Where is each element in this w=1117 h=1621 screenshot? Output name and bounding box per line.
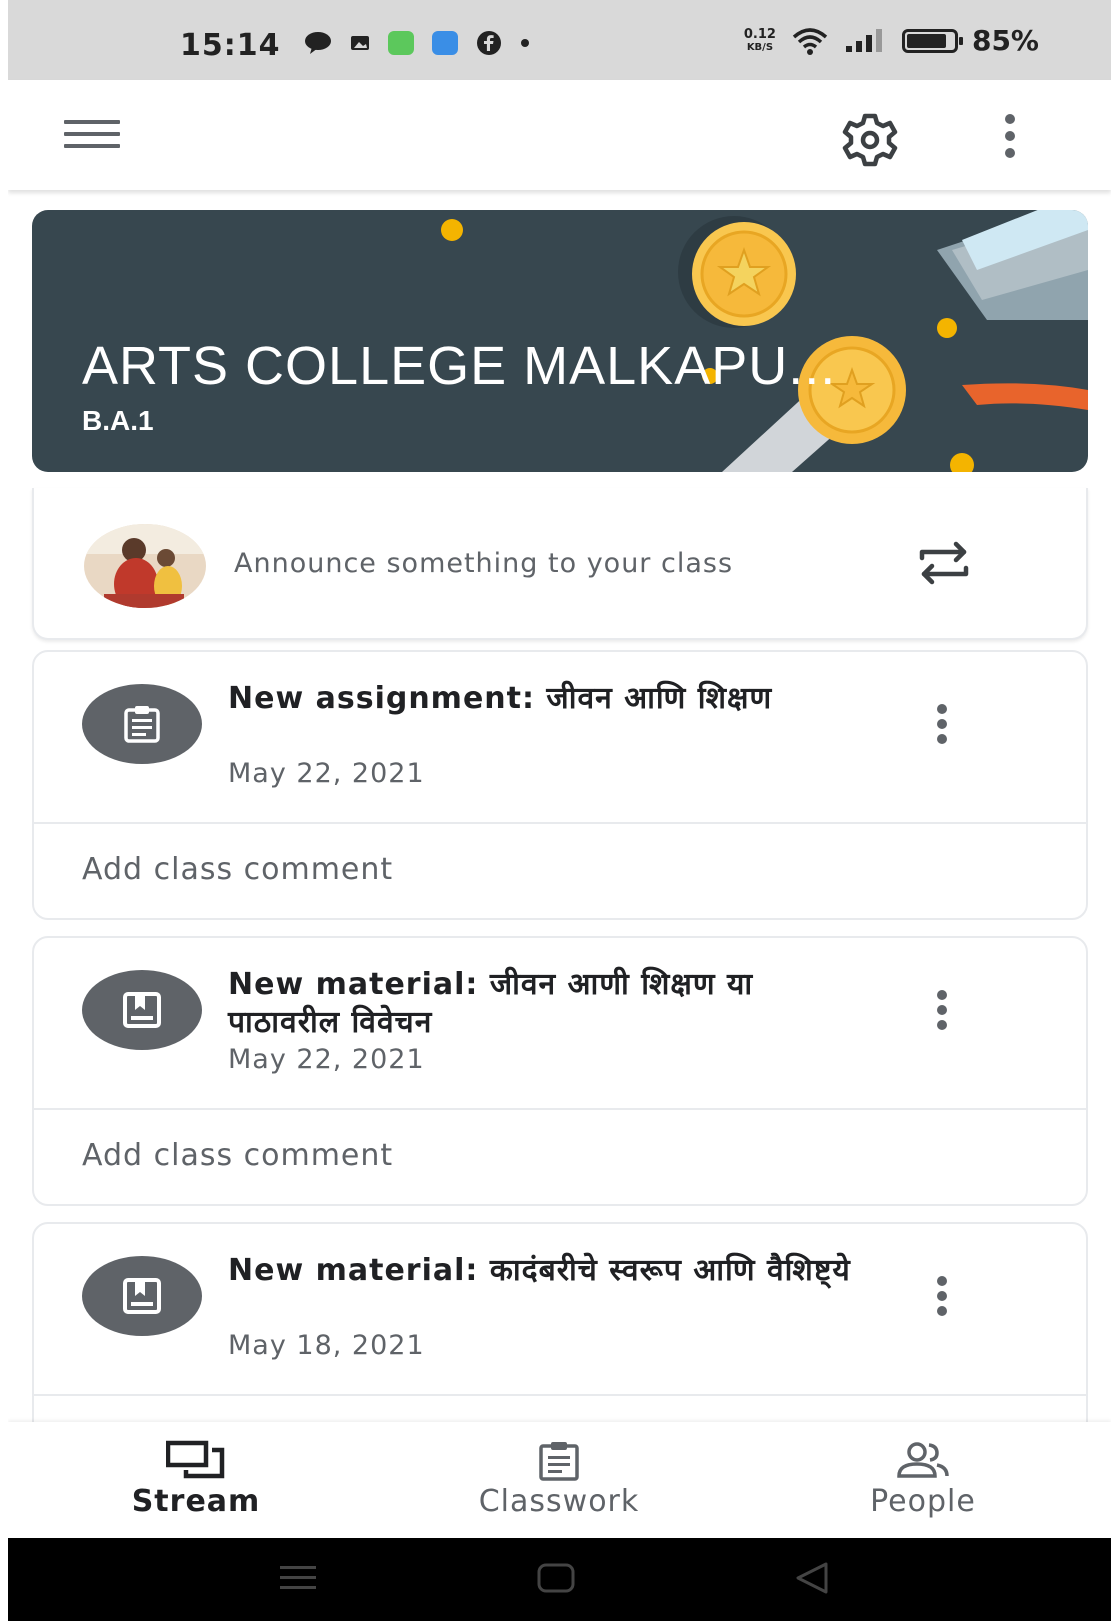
post-divider — [34, 1394, 1086, 1396]
chat-notification-icon — [305, 32, 331, 54]
facebook-notification-icon — [477, 31, 501, 55]
status-right: 0.12 KB/S 85% — [744, 24, 1039, 57]
post-date: May 18, 2021 — [228, 1330, 425, 1361]
photo-notification-icon — [351, 36, 369, 50]
repost-icon[interactable] — [914, 538, 974, 588]
material-icon — [123, 992, 161, 1028]
class-comment-input[interactable]: Add class comment — [82, 1138, 393, 1173]
tab-label: People — [870, 1484, 976, 1519]
back-icon[interactable] — [792, 1558, 832, 1598]
post-header[interactable]: New material: जीवन आणी शिक्षण या पाठावरी… — [34, 938, 1086, 1108]
announce-input[interactable]: Announce something to your class — [234, 548, 733, 579]
announce-card[interactable]: Announce something to your class — [32, 488, 1088, 640]
notification-icons — [304, 30, 530, 56]
post-header[interactable]: New material: कादंबरीचे स्वरूप आणि वैशिष… — [34, 1224, 1086, 1394]
post-date: May 22, 2021 — [228, 1044, 425, 1075]
status-bar: 15:14 0.12 KB/S 85% — [8, 0, 1111, 80]
menu-line — [64, 144, 120, 148]
more-dot — [937, 1291, 947, 1301]
more-dot — [937, 1276, 947, 1286]
messenger-notification-icon — [432, 31, 458, 55]
system-nav-bar — [8, 1538, 1111, 1621]
menu-icon[interactable] — [64, 120, 120, 150]
tab-label: Stream — [131, 1484, 261, 1519]
more-dot — [937, 990, 947, 1000]
more-dot — [937, 1005, 947, 1015]
battery-percent: 85% — [971, 24, 1039, 57]
post-date: May 22, 2021 — [228, 758, 425, 789]
wifi-icon — [792, 27, 828, 55]
stream-post[interactable]: New assignment: जीवन आणि शिक्षण May 22, … — [32, 650, 1088, 920]
menu-line — [64, 132, 120, 136]
more-dot — [937, 1020, 947, 1030]
status-time: 15:14 — [180, 28, 281, 63]
post-more-icon[interactable] — [932, 704, 952, 744]
more-vert-icon[interactable] — [998, 114, 1022, 158]
post-type-circle — [82, 970, 202, 1050]
class-section: B.A.1 — [82, 405, 154, 436]
post-title: New assignment: जीवन आणि शिक्षण — [228, 681, 773, 716]
network-speed-unit: KB/S — [746, 41, 774, 53]
post-more-icon[interactable] — [932, 1276, 952, 1316]
class-comment-input[interactable]: Add class comment — [82, 852, 393, 887]
post-title: New material: कादंबरीचे स्वरूप आणि वैशिष… — [228, 1253, 851, 1288]
tab-people[interactable]: People — [743, 1422, 1103, 1538]
tab-classwork[interactable]: Classwork — [379, 1422, 739, 1538]
classwork-icon — [539, 1442, 579, 1481]
more-dot — [937, 734, 947, 744]
post-type-circle — [82, 1256, 202, 1336]
more-dot — [937, 719, 947, 729]
signal-icon — [845, 28, 882, 52]
more-dot — [1005, 114, 1015, 124]
gear-icon[interactable] — [840, 110, 900, 170]
post-divider — [34, 822, 1086, 824]
post-divider — [34, 1108, 1086, 1110]
battery-icon — [901, 28, 963, 53]
more-dot — [1005, 148, 1015, 158]
more-dot — [937, 1306, 947, 1316]
more-dot — [1005, 131, 1015, 141]
home-icon[interactable] — [536, 1558, 576, 1598]
post-type-circle — [82, 684, 202, 764]
tab-stream[interactable]: Stream — [16, 1422, 376, 1538]
screen: 15:14 0.12 KB/S 85% ARTS COLLEGE MALKAPU… — [8, 0, 1111, 1621]
stream-post[interactable]: New material: जीवन आणी शिक्षण या पाठावरी… — [32, 936, 1088, 1206]
avatar — [84, 524, 206, 608]
dot-icon — [521, 39, 529, 47]
recent-apps-icon[interactable] — [278, 1558, 318, 1598]
app-notification-icon — [388, 31, 414, 55]
app-bar — [8, 80, 1111, 190]
post-title: New material: जीवन आणी शिक्षण या पाठावरी… — [228, 967, 754, 1040]
assignment-icon — [124, 706, 160, 743]
bottom-nav: Stream Classwork People — [8, 1422, 1111, 1538]
class-banner[interactable]: ARTS COLLEGE MALKAPU... B.A.1 — [32, 210, 1088, 472]
battery-level — [906, 33, 946, 48]
tab-label: Classwork — [478, 1484, 640, 1519]
post-more-icon[interactable] — [932, 990, 952, 1030]
more-dot — [937, 704, 947, 714]
people-icon — [897, 1442, 949, 1478]
network-speed-value: 0.12 — [743, 26, 776, 42]
material-icon — [123, 1278, 161, 1314]
stream-icon — [166, 1440, 225, 1479]
post-header[interactable]: New assignment: जीवन आणि शिक्षण May 22, … — [34, 652, 1086, 822]
class-title: ARTS COLLEGE MALKAPU... — [82, 336, 837, 396]
menu-line — [64, 120, 120, 124]
network-speed: 0.12 KB/S — [744, 28, 776, 54]
